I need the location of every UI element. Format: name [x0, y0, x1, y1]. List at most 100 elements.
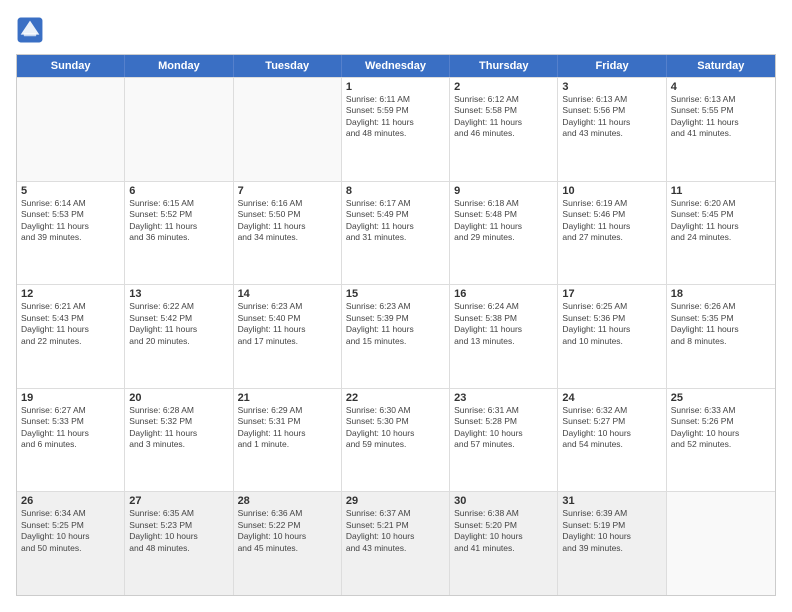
day-number: 11: [671, 185, 771, 197]
day-header-thursday: Thursday: [450, 55, 558, 77]
day-info: Sunrise: 6:11 AM Sunset: 5:59 PM Dayligh…: [346, 94, 445, 140]
day-cell: 27Sunrise: 6:35 AM Sunset: 5:23 PM Dayli…: [125, 492, 233, 595]
calendar-body: 1Sunrise: 6:11 AM Sunset: 5:59 PM Daylig…: [17, 77, 775, 595]
day-cell: [125, 78, 233, 181]
day-info: Sunrise: 6:39 AM Sunset: 5:19 PM Dayligh…: [562, 508, 661, 554]
page: SundayMondayTuesdayWednesdayThursdayFrid…: [0, 0, 792, 612]
day-info: Sunrise: 6:24 AM Sunset: 5:38 PM Dayligh…: [454, 301, 553, 347]
day-number: 4: [671, 81, 771, 93]
day-cell: 30Sunrise: 6:38 AM Sunset: 5:20 PM Dayli…: [450, 492, 558, 595]
day-info: Sunrise: 6:27 AM Sunset: 5:33 PM Dayligh…: [21, 405, 120, 451]
day-cell: 17Sunrise: 6:25 AM Sunset: 5:36 PM Dayli…: [558, 285, 666, 388]
week-row-4: 26Sunrise: 6:34 AM Sunset: 5:25 PM Dayli…: [17, 491, 775, 595]
day-cell: 28Sunrise: 6:36 AM Sunset: 5:22 PM Dayli…: [234, 492, 342, 595]
day-info: Sunrise: 6:17 AM Sunset: 5:49 PM Dayligh…: [346, 198, 445, 244]
week-row-0: 1Sunrise: 6:11 AM Sunset: 5:59 PM Daylig…: [17, 77, 775, 181]
day-number: 3: [562, 81, 661, 93]
day-info: Sunrise: 6:23 AM Sunset: 5:40 PM Dayligh…: [238, 301, 337, 347]
logo: [16, 16, 48, 44]
day-number: 22: [346, 392, 445, 404]
day-number: 27: [129, 495, 228, 507]
day-number: 17: [562, 288, 661, 300]
day-info: Sunrise: 6:36 AM Sunset: 5:22 PM Dayligh…: [238, 508, 337, 554]
day-info: Sunrise: 6:32 AM Sunset: 5:27 PM Dayligh…: [562, 405, 661, 451]
day-cell: 23Sunrise: 6:31 AM Sunset: 5:28 PM Dayli…: [450, 389, 558, 492]
day-cell: 21Sunrise: 6:29 AM Sunset: 5:31 PM Dayli…: [234, 389, 342, 492]
day-cell: 9Sunrise: 6:18 AM Sunset: 5:48 PM Daylig…: [450, 182, 558, 285]
day-cell: 15Sunrise: 6:23 AM Sunset: 5:39 PM Dayli…: [342, 285, 450, 388]
day-cell: 20Sunrise: 6:28 AM Sunset: 5:32 PM Dayli…: [125, 389, 233, 492]
day-info: Sunrise: 6:12 AM Sunset: 5:58 PM Dayligh…: [454, 94, 553, 140]
day-cell: 22Sunrise: 6:30 AM Sunset: 5:30 PM Dayli…: [342, 389, 450, 492]
week-row-1: 5Sunrise: 6:14 AM Sunset: 5:53 PM Daylig…: [17, 181, 775, 285]
day-info: Sunrise: 6:20 AM Sunset: 5:45 PM Dayligh…: [671, 198, 771, 244]
day-headers: SundayMondayTuesdayWednesdayThursdayFrid…: [17, 55, 775, 77]
day-number: 15: [346, 288, 445, 300]
day-info: Sunrise: 6:26 AM Sunset: 5:35 PM Dayligh…: [671, 301, 771, 347]
day-number: 13: [129, 288, 228, 300]
day-info: Sunrise: 6:15 AM Sunset: 5:52 PM Dayligh…: [129, 198, 228, 244]
day-cell: 26Sunrise: 6:34 AM Sunset: 5:25 PM Dayli…: [17, 492, 125, 595]
day-number: 6: [129, 185, 228, 197]
day-info: Sunrise: 6:37 AM Sunset: 5:21 PM Dayligh…: [346, 508, 445, 554]
day-info: Sunrise: 6:29 AM Sunset: 5:31 PM Dayligh…: [238, 405, 337, 451]
day-cell: 14Sunrise: 6:23 AM Sunset: 5:40 PM Dayli…: [234, 285, 342, 388]
day-number: 18: [671, 288, 771, 300]
day-info: Sunrise: 6:25 AM Sunset: 5:36 PM Dayligh…: [562, 301, 661, 347]
day-cell: 16Sunrise: 6:24 AM Sunset: 5:38 PM Dayli…: [450, 285, 558, 388]
week-row-3: 19Sunrise: 6:27 AM Sunset: 5:33 PM Dayli…: [17, 388, 775, 492]
day-info: Sunrise: 6:33 AM Sunset: 5:26 PM Dayligh…: [671, 405, 771, 451]
day-number: 16: [454, 288, 553, 300]
day-info: Sunrise: 6:14 AM Sunset: 5:53 PM Dayligh…: [21, 198, 120, 244]
day-info: Sunrise: 6:13 AM Sunset: 5:56 PM Dayligh…: [562, 94, 661, 140]
day-number: 21: [238, 392, 337, 404]
day-cell: [234, 78, 342, 181]
day-number: 25: [671, 392, 771, 404]
day-info: Sunrise: 6:16 AM Sunset: 5:50 PM Dayligh…: [238, 198, 337, 244]
day-cell: 25Sunrise: 6:33 AM Sunset: 5:26 PM Dayli…: [667, 389, 775, 492]
day-info: Sunrise: 6:34 AM Sunset: 5:25 PM Dayligh…: [21, 508, 120, 554]
day-header-tuesday: Tuesday: [234, 55, 342, 77]
logo-icon: [16, 16, 44, 44]
day-cell: 31Sunrise: 6:39 AM Sunset: 5:19 PM Dayli…: [558, 492, 666, 595]
day-number: 7: [238, 185, 337, 197]
day-cell: 10Sunrise: 6:19 AM Sunset: 5:46 PM Dayli…: [558, 182, 666, 285]
day-info: Sunrise: 6:22 AM Sunset: 5:42 PM Dayligh…: [129, 301, 228, 347]
day-info: Sunrise: 6:18 AM Sunset: 5:48 PM Dayligh…: [454, 198, 553, 244]
day-header-wednesday: Wednesday: [342, 55, 450, 77]
header: [16, 16, 776, 44]
day-number: 2: [454, 81, 553, 93]
day-cell: 11Sunrise: 6:20 AM Sunset: 5:45 PM Dayli…: [667, 182, 775, 285]
day-info: Sunrise: 6:35 AM Sunset: 5:23 PM Dayligh…: [129, 508, 228, 554]
day-cell: 5Sunrise: 6:14 AM Sunset: 5:53 PM Daylig…: [17, 182, 125, 285]
day-number: 31: [562, 495, 661, 507]
day-cell: 1Sunrise: 6:11 AM Sunset: 5:59 PM Daylig…: [342, 78, 450, 181]
calendar: SundayMondayTuesdayWednesdayThursdayFrid…: [16, 54, 776, 596]
day-cell: 2Sunrise: 6:12 AM Sunset: 5:58 PM Daylig…: [450, 78, 558, 181]
day-cell: [667, 492, 775, 595]
day-cell: 13Sunrise: 6:22 AM Sunset: 5:42 PM Dayli…: [125, 285, 233, 388]
day-number: 8: [346, 185, 445, 197]
day-number: 30: [454, 495, 553, 507]
week-row-2: 12Sunrise: 6:21 AM Sunset: 5:43 PM Dayli…: [17, 284, 775, 388]
day-cell: [17, 78, 125, 181]
day-number: 26: [21, 495, 120, 507]
day-info: Sunrise: 6:28 AM Sunset: 5:32 PM Dayligh…: [129, 405, 228, 451]
day-number: 14: [238, 288, 337, 300]
day-number: 9: [454, 185, 553, 197]
day-info: Sunrise: 6:23 AM Sunset: 5:39 PM Dayligh…: [346, 301, 445, 347]
day-cell: 12Sunrise: 6:21 AM Sunset: 5:43 PM Dayli…: [17, 285, 125, 388]
day-cell: 24Sunrise: 6:32 AM Sunset: 5:27 PM Dayli…: [558, 389, 666, 492]
day-info: Sunrise: 6:38 AM Sunset: 5:20 PM Dayligh…: [454, 508, 553, 554]
day-cell: 4Sunrise: 6:13 AM Sunset: 5:55 PM Daylig…: [667, 78, 775, 181]
day-number: 20: [129, 392, 228, 404]
day-number: 1: [346, 81, 445, 93]
day-number: 29: [346, 495, 445, 507]
day-cell: 7Sunrise: 6:16 AM Sunset: 5:50 PM Daylig…: [234, 182, 342, 285]
day-cell: 6Sunrise: 6:15 AM Sunset: 5:52 PM Daylig…: [125, 182, 233, 285]
day-info: Sunrise: 6:30 AM Sunset: 5:30 PM Dayligh…: [346, 405, 445, 451]
day-header-monday: Monday: [125, 55, 233, 77]
day-header-sunday: Sunday: [17, 55, 125, 77]
day-cell: 29Sunrise: 6:37 AM Sunset: 5:21 PM Dayli…: [342, 492, 450, 595]
day-header-saturday: Saturday: [667, 55, 775, 77]
